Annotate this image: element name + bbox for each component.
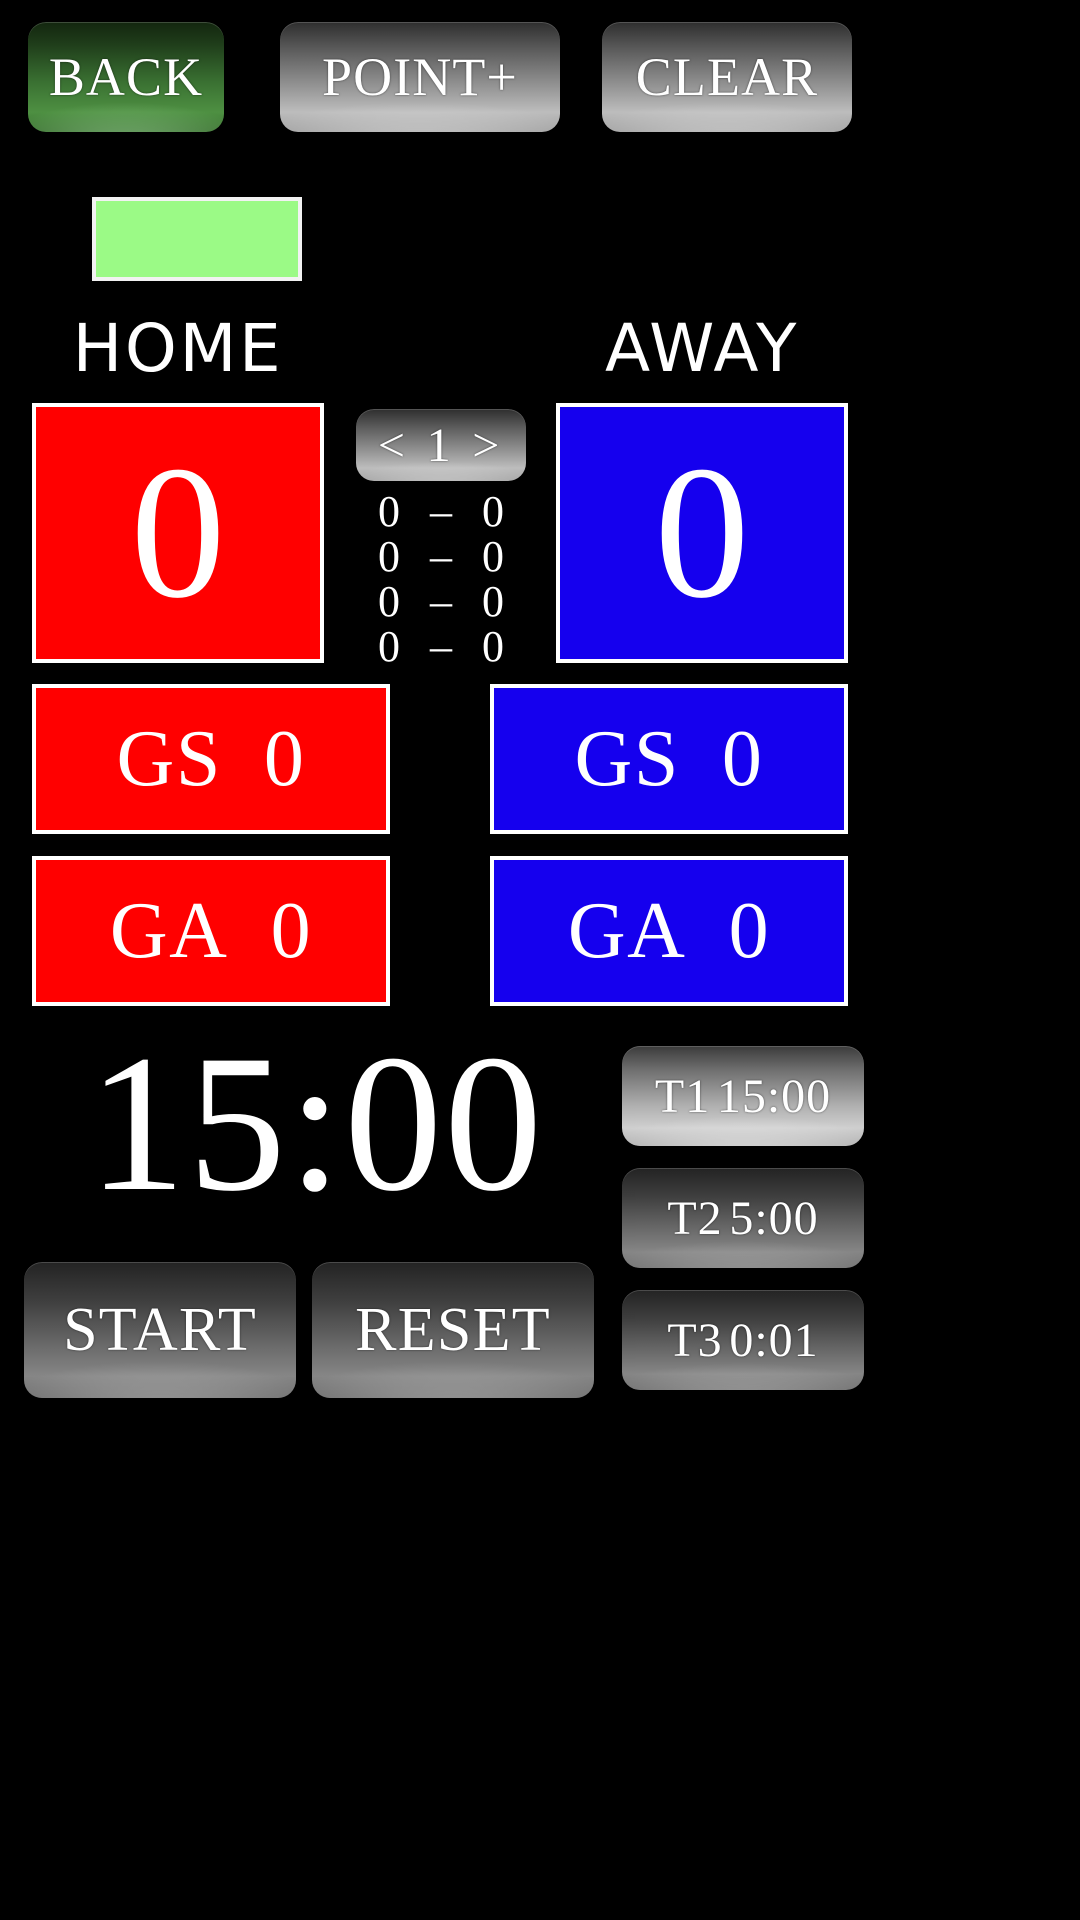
period-score-away: 0 xyxy=(482,621,504,671)
home-goals-against-label: GA xyxy=(109,886,229,975)
point-plus-button[interactable]: POINT+ xyxy=(280,22,560,132)
back-button[interactable]: BACK xyxy=(28,22,224,132)
away-team-label: AWAY xyxy=(604,310,800,387)
period-score-row: 0 – 0 xyxy=(356,576,526,626)
period-score-row: 0 – 0 xyxy=(356,487,526,536)
period-score-home: 0 xyxy=(378,576,400,626)
back-button-label: BACK xyxy=(48,47,204,107)
period-score-home: 0 xyxy=(378,531,400,581)
home-goals-against-value: 0 xyxy=(270,886,313,975)
start-button-label: START xyxy=(63,1295,257,1364)
period-score-away: 0 xyxy=(482,531,504,581)
preset-timer-t2-button[interactable]: T2 5:00 xyxy=(622,1168,864,1268)
home-goals-scored-value: 0 xyxy=(263,714,306,803)
preset-timer-t1-name: T1 xyxy=(654,1069,711,1123)
period-score-list: 0 – 0 0 – 0 0 – 0 0 – 0 xyxy=(356,487,526,671)
game-clock[interactable]: 15:00 xyxy=(36,1026,596,1222)
possession-indicator[interactable] xyxy=(92,197,302,281)
reset-button[interactable]: RESET xyxy=(312,1262,594,1398)
period-selector-button[interactable]: < 1 > xyxy=(356,409,526,481)
away-goals-scored-label: GS xyxy=(574,714,680,803)
away-goals-against-bar[interactable]: GA 0 xyxy=(490,856,848,1006)
period-score-away: 0 xyxy=(482,576,504,626)
clear-button[interactable]: CLEAR xyxy=(602,22,852,132)
reset-button-label: RESET xyxy=(355,1295,551,1364)
period-selector-label: < 1 > xyxy=(377,418,505,472)
period-score-away: 0 xyxy=(482,487,504,536)
home-score-box[interactable]: 0 xyxy=(32,403,324,663)
preset-timer-t3-button[interactable]: T3 0:01 xyxy=(622,1290,864,1390)
away-score-box[interactable]: 0 xyxy=(556,403,848,663)
period-score-home: 0 xyxy=(378,621,400,671)
period-score-row: 0 – 0 xyxy=(356,531,526,581)
point-plus-button-label: POINT+ xyxy=(322,47,518,107)
period-score-dash: – xyxy=(430,621,452,671)
home-team-label: HOME xyxy=(72,310,284,387)
clear-button-label: CLEAR xyxy=(635,47,819,107)
away-goals-against-value: 0 xyxy=(728,886,771,975)
period-score-row: 0 – 0 xyxy=(356,621,526,671)
home-score-value: 0 xyxy=(130,428,226,638)
period-score-dash: – xyxy=(430,531,452,581)
period-score-home: 0 xyxy=(378,487,400,536)
home-goals-scored-bar[interactable]: GS 0 xyxy=(32,684,390,834)
preset-timer-t1-value: 15:00 xyxy=(716,1069,832,1123)
start-button[interactable]: START xyxy=(24,1262,296,1398)
period-score-dash: – xyxy=(430,487,452,536)
preset-timer-t2-name: T2 xyxy=(667,1191,723,1245)
away-goals-scored-bar[interactable]: GS 0 xyxy=(490,684,848,834)
period-score-dash: – xyxy=(430,576,452,626)
away-score-value: 0 xyxy=(654,428,750,638)
preset-timer-t1-button[interactable]: T1 15:00 xyxy=(622,1046,864,1146)
away-goals-scored-value: 0 xyxy=(721,714,764,803)
away-goals-against-label: GA xyxy=(567,886,687,975)
home-goals-scored-label: GS xyxy=(116,714,222,803)
home-goals-against-bar[interactable]: GA 0 xyxy=(32,856,390,1006)
preset-timer-t2-value: 5:00 xyxy=(729,1191,819,1245)
preset-timer-t3-name: T3 xyxy=(667,1313,723,1367)
preset-timer-t3-value: 0:01 xyxy=(729,1313,819,1367)
